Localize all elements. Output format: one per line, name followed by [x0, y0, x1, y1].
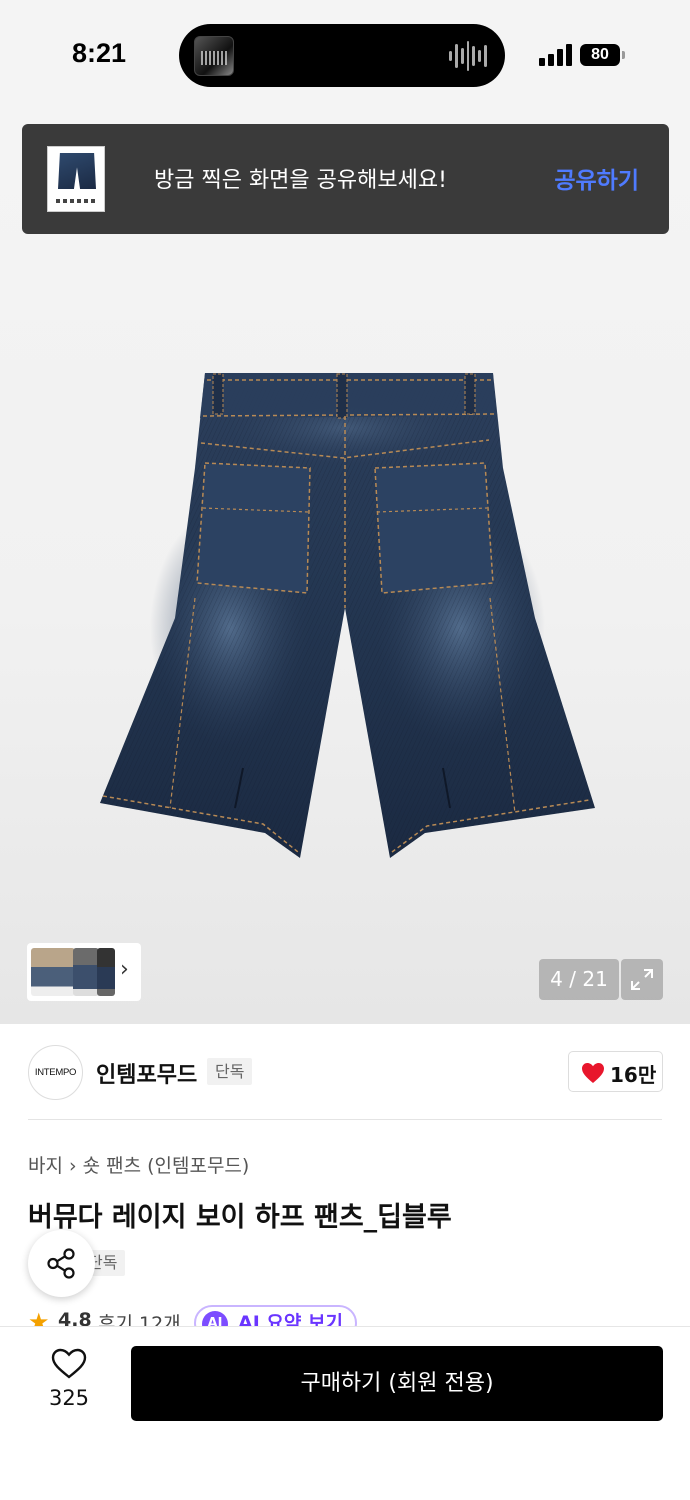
- star-icon: ★: [28, 1308, 50, 1327]
- thumbnail-photo-3: [97, 948, 115, 996]
- share-icon: [47, 1248, 75, 1279]
- wishlist-button[interactable]: 325: [38, 1348, 100, 1410]
- now-playing-icon: [194, 36, 234, 76]
- breadcrumb: 바지 › 숏 팬츠 (인템포무드): [28, 1151, 255, 1178]
- thumbnail-photo-2: [73, 948, 99, 996]
- product-image[interactable]: [95, 368, 595, 860]
- status-bar: 8:21 80: [0, 0, 690, 110]
- buy-button[interactable]: 구매하기 (회원 전용): [131, 1346, 663, 1421]
- breadcrumb-item-subcategory[interactable]: 숏 팬츠 (인템포무드): [83, 1155, 250, 1177]
- share-toast: 방금 찍은 화면을 공유해보세요! 공유하기: [22, 124, 669, 234]
- signal-icon: [539, 44, 573, 66]
- brand-like-button[interactable]: 16만: [568, 1051, 663, 1092]
- wishlist-count: 325: [48, 1386, 90, 1410]
- product-title: 버뮤다 레이지 보이 하프 팬츠_딥블루: [28, 1202, 452, 1233]
- battery-icon: 80: [580, 44, 620, 66]
- rating-row: ★ 4.8 후기 12개 AI AI 요약 보기: [28, 1305, 668, 1327]
- status-time: 8:21: [72, 38, 127, 68]
- brand-name[interactable]: 인템포무드: [96, 1057, 197, 1089]
- share-button[interactable]: [28, 1230, 95, 1297]
- share-action-button[interactable]: 공유하기: [554, 161, 639, 195]
- battery-tip: [622, 51, 625, 59]
- audio-wave-icon: [449, 40, 488, 72]
- review-count-link[interactable]: 후기 12개: [98, 1309, 181, 1327]
- heart-outline-icon: [51, 1348, 87, 1379]
- breadcrumb-item-category[interactable]: 바지: [28, 1155, 63, 1177]
- image-counter: 4 / 21: [539, 959, 619, 1000]
- share-toast-message: 방금 찍은 화면을 공유해보세요!: [154, 168, 447, 193]
- rating-score: 4.8: [58, 1309, 92, 1327]
- section-divider: [28, 1119, 662, 1120]
- brand-like-count: 16만: [610, 1063, 657, 1087]
- ai-summary-label: AI 요약 보기: [238, 1312, 343, 1327]
- chevron-right-icon: ›: [68, 1155, 77, 1177]
- expand-icon[interactable]: [621, 959, 663, 1000]
- thumbnail-model-photo: [31, 948, 75, 996]
- dynamic-island[interactable]: [179, 24, 505, 87]
- brand-logo[interactable]: INTEMPO: [28, 1045, 83, 1100]
- chevron-right-icon: ›: [120, 957, 129, 982]
- ai-summary-button[interactable]: AI AI 요약 보기: [194, 1305, 357, 1327]
- gallery-thumbnail-strip[interactable]: ›: [27, 943, 141, 1001]
- ai-icon: AI: [202, 1311, 228, 1327]
- screenshot-thumbnail[interactable]: [47, 146, 105, 212]
- heart-filled-icon: [582, 1063, 604, 1083]
- brand-exclusive-badge: 단독: [207, 1058, 253, 1085]
